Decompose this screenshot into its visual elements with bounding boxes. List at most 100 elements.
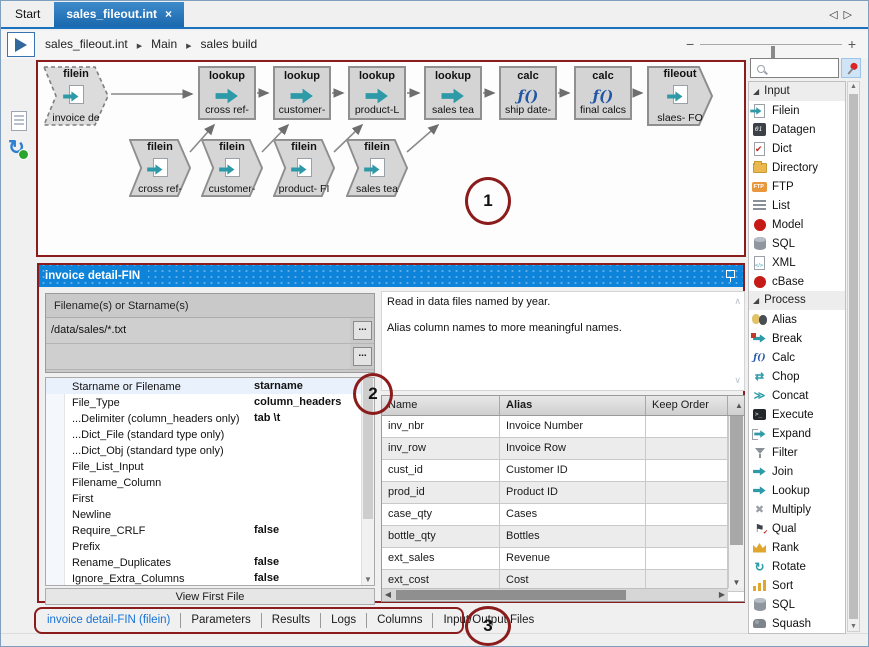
- grid-col-alias[interactable]: Alias: [500, 396, 646, 415]
- palette-item-list[interactable]: List: [749, 196, 845, 215]
- palette-item-datagen[interactable]: Datagen: [749, 120, 845, 139]
- grid-col-keeporder[interactable]: Keep Order: [646, 396, 728, 415]
- run-button[interactable]: [7, 32, 35, 57]
- flow-node-filein-invoice[interactable]: filein invoice de: [43, 66, 109, 126]
- scrollbar-thumb[interactable]: [730, 416, 743, 545]
- run-history-icon[interactable]: [8, 138, 25, 158]
- scroll-up-icon[interactable]: ∧: [734, 296, 741, 307]
- browse-button[interactable]: ...: [353, 321, 372, 340]
- palette-item-filein[interactable]: Filein: [749, 101, 845, 120]
- scrollbar-thumb[interactable]: [849, 94, 858, 619]
- script-view-icon[interactable]: [11, 111, 27, 131]
- palette-item-execute[interactable]: Execute: [749, 405, 845, 424]
- grid-row[interactable]: inv_nbrInvoice Number: [382, 416, 744, 438]
- palette-item-sort[interactable]: Sort: [749, 576, 845, 595]
- grid-horizontal-scrollbar[interactable]: ◀▶: [382, 588, 728, 601]
- flow-node-lookup-customer[interactable]: lookup customer-: [273, 66, 331, 120]
- property-row[interactable]: ...Delimiter (column_headers only)tab \t: [46, 410, 374, 426]
- tab-invoice-detail[interactable]: invoice detail-FIN (filein): [37, 613, 181, 628]
- palette-item-sql-process[interactable]: SQL: [749, 595, 845, 614]
- palette-item-break[interactable]: Break: [749, 329, 845, 348]
- property-row[interactable]: Require_CRLFfalse: [46, 522, 374, 538]
- scroll-down-icon[interactable]: ▼: [729, 578, 744, 587]
- palette-item-dict[interactable]: Dict: [749, 139, 845, 158]
- palette-item-alias[interactable]: Alias: [749, 310, 845, 329]
- view-first-file-button[interactable]: View First File: [45, 588, 375, 605]
- grid-row[interactable]: case_qtyCases: [382, 504, 744, 526]
- tab-scroll-arrows[interactable]: ◁▷: [829, 8, 868, 27]
- zoom-slider-track[interactable]: [700, 44, 842, 45]
- property-row[interactable]: Prefix: [46, 538, 374, 554]
- flow-node-lookup-crossref[interactable]: lookup cross ref-: [198, 66, 256, 120]
- breadcrumb-file[interactable]: sales_fileout.int: [45, 37, 128, 51]
- palette-item-directory[interactable]: Directory: [749, 158, 845, 177]
- tab-results[interactable]: Results: [262, 613, 321, 628]
- flow-node-lookup-salestea[interactable]: lookup sales tea: [424, 66, 482, 120]
- tab-logs[interactable]: Logs: [321, 613, 367, 628]
- scroll-up-icon[interactable]: ▲: [848, 83, 859, 90]
- palette-item-squash[interactable]: Squash: [749, 614, 845, 633]
- scroll-down-icon[interactable]: ▼: [362, 575, 374, 584]
- flow-node-filein-salestea[interactable]: filein sales tea: [346, 139, 408, 197]
- pin-panel-icon[interactable]: [725, 270, 735, 282]
- palette-item-expand[interactable]: Expand: [749, 424, 845, 443]
- palette-item-qual[interactable]: Qual: [749, 519, 845, 538]
- section-process[interactable]: Process: [749, 291, 845, 310]
- palette-item-join[interactable]: Join: [749, 462, 845, 481]
- grid-col-name[interactable]: Name: [382, 396, 500, 415]
- property-row[interactable]: Filename_Column: [46, 474, 374, 490]
- flow-node-fileout-sales[interactable]: fileout slaes- FO: [647, 66, 713, 126]
- description-box[interactable]: Read in data files named by year. Alias …: [381, 291, 745, 391]
- grid-row[interactable]: prod_idProduct ID: [382, 482, 744, 504]
- tab-parameters[interactable]: Parameters: [181, 613, 261, 628]
- palette-item-rotate[interactable]: Rotate: [749, 557, 845, 576]
- tab-start[interactable]: Start: [1, 2, 54, 27]
- pin-palette-button[interactable]: [841, 58, 861, 78]
- scroll-left-icon[interactable]: ◀: [382, 589, 394, 601]
- flow-node-filein-customer[interactable]: filein customer-: [201, 139, 263, 197]
- grid-row[interactable]: inv_rowInvoice Row: [382, 438, 744, 460]
- palette-item-xml[interactable]: XML: [749, 253, 845, 272]
- browse-button[interactable]: ...: [353, 347, 372, 366]
- palette-item-rank[interactable]: Rank: [749, 538, 845, 557]
- zoom-in-button[interactable]: +: [848, 36, 856, 52]
- scroll-down-icon[interactable]: ▼: [848, 623, 859, 630]
- palette-item-ftp[interactable]: FTP: [749, 177, 845, 196]
- palette-search-input[interactable]: [750, 58, 839, 78]
- palette-item-sql-input[interactable]: SQL: [749, 234, 845, 253]
- palette-item-model[interactable]: Model: [749, 215, 845, 234]
- grid-vertical-scrollbar[interactable]: ▼: [728, 416, 744, 588]
- palette-item-multiply[interactable]: Multiply: [749, 500, 845, 519]
- property-row[interactable]: Rename_Duplicatesfalse: [46, 554, 374, 570]
- flow-node-lookup-product[interactable]: lookup product-L: [348, 66, 406, 120]
- tab-sales-fileout[interactable]: sales_fileout.int ×: [54, 2, 184, 27]
- property-row[interactable]: ...Dict_Obj (standard type only): [46, 442, 374, 458]
- scroll-down-icon[interactable]: ∨: [734, 375, 741, 386]
- grid-row[interactable]: cust_idCustomer ID: [382, 460, 744, 482]
- property-row[interactable]: First: [46, 490, 374, 506]
- filename-value[interactable]: [46, 344, 350, 369]
- property-row[interactable]: Starname or Filenamestarname: [46, 378, 374, 394]
- property-row[interactable]: File_Typecolumn_headers: [46, 394, 374, 410]
- palette-item-chop[interactable]: Chop: [749, 367, 845, 386]
- palette-item-calc[interactable]: Calc: [749, 348, 845, 367]
- palette-item-cbase[interactable]: cBase: [749, 272, 845, 291]
- panel-titlebar[interactable]: invoice detail-FIN: [39, 265, 743, 287]
- breadcrumb-sales-build[interactable]: sales build: [201, 37, 258, 51]
- filename-value[interactable]: /data/sales/*.txt: [46, 318, 350, 343]
- scroll-right-icon[interactable]: ▶: [716, 589, 728, 601]
- scrollbar-thumb[interactable]: [396, 590, 626, 600]
- palette-item-filter[interactable]: Filter: [749, 443, 845, 462]
- property-row[interactable]: Newline: [46, 506, 374, 522]
- palette-item-concat[interactable]: Concat: [749, 386, 845, 405]
- grid-row[interactable]: bottle_qtyBottles: [382, 526, 744, 548]
- grid-row[interactable]: ext_salesRevenue: [382, 548, 744, 570]
- flow-node-filein-product[interactable]: filein product- FI: [273, 139, 335, 197]
- flow-node-filein-crossref[interactable]: filein cross ref-: [129, 139, 191, 197]
- palette-item-lookup[interactable]: Lookup: [749, 481, 845, 500]
- scroll-up-icon[interactable]: ▲: [728, 396, 744, 415]
- section-input[interactable]: Input: [749, 82, 845, 101]
- palette-scrollbar[interactable]: ▲ ▼: [847, 81, 860, 632]
- property-row[interactable]: File_List_Input: [46, 458, 374, 474]
- flow-node-calc-shipdate[interactable]: calc ship date-: [499, 66, 557, 120]
